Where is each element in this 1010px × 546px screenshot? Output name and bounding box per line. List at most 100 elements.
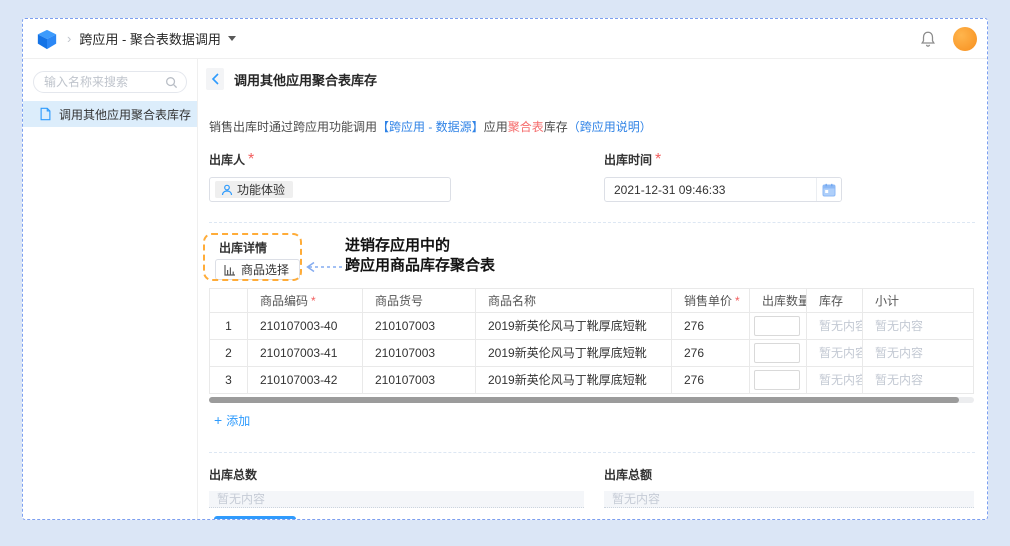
sidebar-search [33, 71, 187, 93]
cell-name: 2019新英伦风马丁靴厚底短靴 [476, 312, 672, 339]
cell-subtotal: 暂无内容 [863, 312, 974, 339]
col-header-name: 商品名称 [476, 288, 672, 312]
search-icon [165, 76, 178, 89]
col-header-sku: 商品货号 [363, 288, 476, 312]
calendar-icon [822, 183, 836, 197]
document-icon [39, 107, 52, 121]
field-row: 出库人* 功能体验 出库时间* [209, 151, 975, 202]
breadcrumb-app-title[interactable]: 跨应用 - 聚合表数据调用 [79, 29, 236, 48]
sidebar: 调用其他应用聚合表库存 [23, 59, 198, 519]
col-header-code: 商品编码* [248, 288, 363, 312]
total-count-label: 出库总数 [209, 468, 257, 482]
col-header-index [210, 288, 248, 312]
form-description: 销售出库时通过跨应用功能调用【跨应用 - 数据源】应用聚合表库存（跨应用说明） [209, 118, 975, 135]
desc-text: 销售出库时通过跨应用功能调用 [209, 120, 377, 134]
cell-stock: 暂无内容 [807, 312, 863, 339]
member-chip-label: 功能体验 [237, 181, 285, 198]
cell-code: 210107003-40 [248, 312, 363, 339]
form-title: 调用其他应用聚合表库存 [234, 70, 377, 89]
cell-qty [750, 339, 807, 366]
required-mark: * [735, 294, 740, 308]
field-total-count: 出库总数 [209, 466, 584, 508]
sidebar-item-label: 调用其他应用聚合表库存 [59, 106, 191, 123]
cell-index: 1 [210, 312, 248, 339]
cell-code: 210107003-41 [248, 339, 363, 366]
cell-price: 276 [672, 339, 750, 366]
submit-button[interactable]: 提交 [214, 516, 296, 520]
cell-price: 276 [672, 312, 750, 339]
cell-qty [750, 312, 807, 339]
table-row: 1 210107003-40 210107003 2019新英伦风马丁靴厚底短靴… [210, 312, 974, 339]
required-mark: * [248, 151, 254, 168]
col-header-stock: 库存 [807, 288, 863, 312]
chevron-down-icon [228, 36, 236, 41]
body-row: 调用其他应用聚合表库存 调用其他应用聚合表库存 销售出库时通过跨应用功能调用【跨… [23, 59, 987, 519]
col-header-price: 销售单价* [672, 288, 750, 312]
cell-sku: 210107003 [363, 339, 476, 366]
scrollbar-thumb[interactable] [209, 397, 959, 403]
table-header-row: 商品编码* 商品货号 商品名称 销售单价* 出库数量* 库存 小计 [210, 288, 974, 312]
dashed-arrow-left-icon [303, 261, 345, 273]
total-count-input [209, 491, 584, 508]
app-window: › 跨应用 - 聚合表数据调用 [22, 18, 988, 520]
form-header: 调用其他应用聚合表库存 [198, 59, 987, 99]
calendar-button[interactable] [816, 178, 841, 201]
chevron-left-icon [211, 73, 220, 85]
required-mark: * [655, 151, 661, 168]
qty-input[interactable] [754, 343, 800, 363]
cell-sku: 210107003 [363, 312, 476, 339]
product-table: 商品编码* 商品货号 商品名称 销售单价* 出库数量* 库存 小计 1 2101 [209, 288, 974, 394]
field-person: 出库人* 功能体验 [209, 151, 584, 202]
add-row-label: 添加 [226, 412, 250, 429]
field-time: 出库时间* [604, 151, 974, 202]
total-amount-input [604, 491, 974, 508]
search-input[interactable] [44, 75, 165, 89]
cell-index: 2 [210, 339, 248, 366]
annotation-line2: 跨应用商品库存聚合表 [345, 256, 495, 276]
desc-text: 应用 [484, 120, 508, 134]
product-select-button[interactable]: 商品选择 [215, 259, 300, 280]
cell-name: 2019新英伦风马丁靴厚底短靴 [476, 366, 672, 393]
total-amount-label: 出库总额 [604, 468, 652, 482]
cell-subtotal: 暂无内容 [863, 339, 974, 366]
cross-app-datasource-link[interactable]: 【跨应用 - 数据源】 [377, 120, 484, 134]
breadcrumb-separator-icon: › [67, 31, 71, 46]
aggregate-table-highlight: 聚合表 [508, 120, 544, 134]
field-total-amount: 出库总额 [604, 466, 974, 508]
required-mark: * [311, 294, 316, 308]
detail-section: 出库详情 商品选择 [209, 232, 509, 281]
cell-code: 210107003-42 [248, 366, 363, 393]
table-row: 2 210107003-41 210107003 2019新英伦风马丁靴厚底短靴… [210, 339, 974, 366]
app-logo-cube-icon[interactable] [36, 28, 58, 50]
product-select-label: 商品选择 [241, 261, 289, 278]
cell-price: 276 [672, 366, 750, 393]
cell-stock: 暂无内容 [807, 339, 863, 366]
cell-index: 3 [210, 366, 248, 393]
cell-stock: 暂无内容 [807, 366, 863, 393]
person-member-field[interactable]: 功能体验 [209, 177, 451, 202]
notification-bell-icon[interactable] [919, 30, 937, 48]
qty-input[interactable] [754, 370, 800, 390]
divider [209, 222, 975, 223]
desc-text: 库存 [544, 120, 568, 134]
main-panel: 调用其他应用聚合表库存 销售出库时通过跨应用功能调用【跨应用 - 数据源】应用聚… [198, 59, 987, 519]
back-button[interactable] [206, 68, 224, 90]
col-header-subtotal: 小计 [863, 288, 974, 312]
add-row-button[interactable]: + 添加 [214, 412, 250, 429]
annotation-line1: 进销存应用中的 [345, 236, 495, 256]
member-chip[interactable]: 功能体验 [215, 181, 293, 198]
cell-qty [750, 366, 807, 393]
cross-app-help-link[interactable]: （跨应用说明） [568, 120, 652, 134]
user-avatar[interactable] [953, 27, 977, 51]
qty-input[interactable] [754, 316, 800, 336]
breadcrumb-app-label: 跨应用 - 聚合表数据调用 [79, 29, 221, 48]
topbar: › 跨应用 - 聚合表数据调用 [23, 19, 987, 59]
horizontal-scrollbar [209, 397, 974, 403]
totals-row: 出库总数 出库总额 [209, 466, 975, 508]
form-content: 销售出库时通过跨应用功能调用【跨应用 - 数据源】应用聚合表库存（跨应用说明） … [198, 99, 987, 520]
cell-name: 2019新英伦风马丁靴厚底短靴 [476, 339, 672, 366]
person-field-label: 出库人 [209, 153, 245, 167]
time-field-label: 出库时间 [604, 153, 652, 167]
sidebar-item-form[interactable]: 调用其他应用聚合表库存 [23, 101, 197, 127]
time-input[interactable] [605, 183, 816, 197]
